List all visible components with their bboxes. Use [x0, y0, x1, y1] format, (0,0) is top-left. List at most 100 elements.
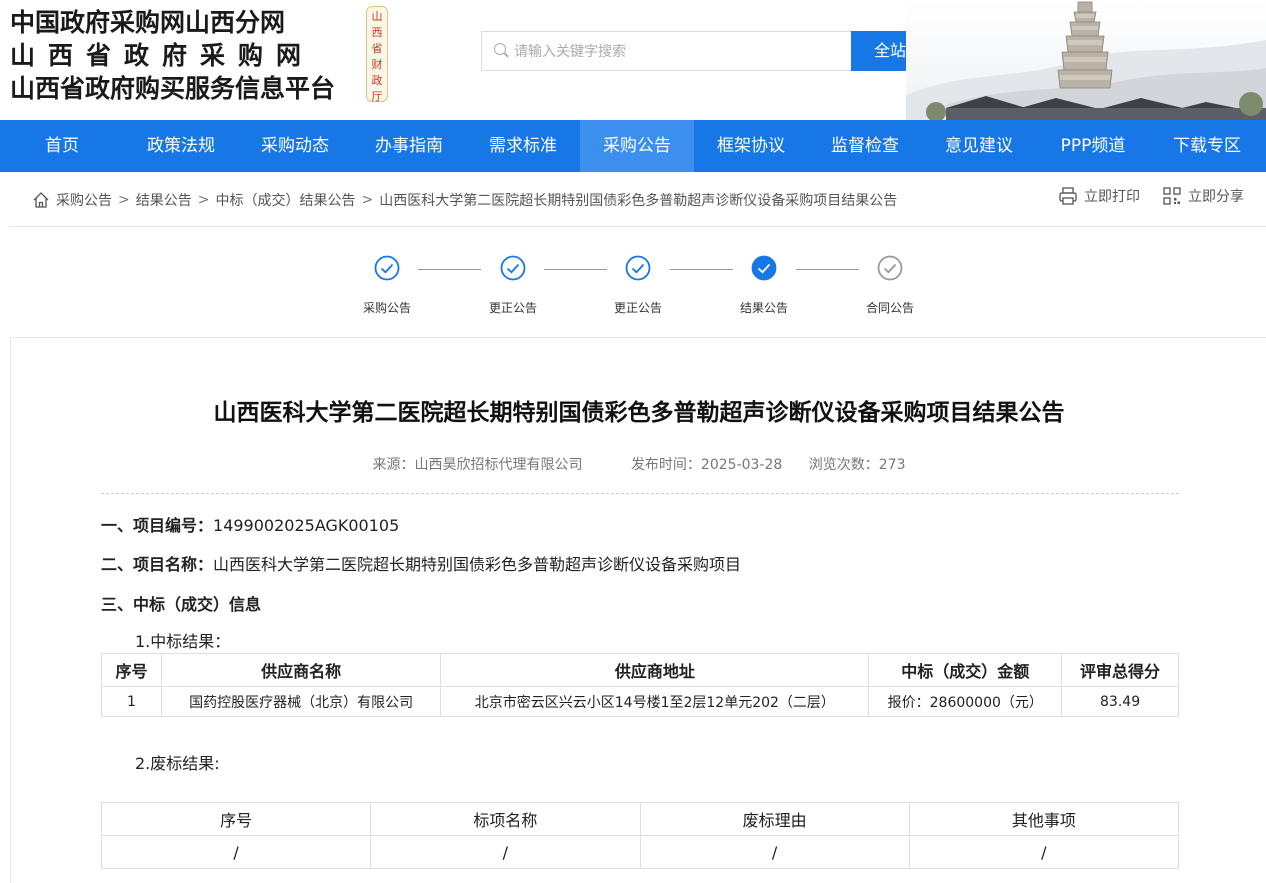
table-header-cell: 标项名称 [370, 802, 641, 836]
table-cell: 报价：28600000（元） [868, 686, 1063, 717]
article-meta: 来源：山西昊欣招标代理有限公司 发布时间：2025-03-28 浏览次数：273 [11, 454, 1266, 474]
breadcrumb-item[interactable]: 结果公告 [136, 190, 192, 210]
project-name-label: 二、项目名称： [101, 555, 214, 574]
project-name: 二、项目名称：山西医科大学第二医院超长期特别国债彩色多普勒超声诊断仪设备采购项目 [101, 551, 741, 575]
progress-step-2[interactable]: 更正公告 [468, 255, 558, 316]
article-publish-time: 发布时间：2025-03-28 [630, 457, 783, 473]
page-title: 山西医科大学第二医院超长期特别国债彩色多普勒超声诊断仪设备采购项目结果公告 [213, 400, 1065, 426]
project-name-value: 山西医科大学第二医院超长期特别国债彩色多普勒超声诊断仪设备采购项目 [213, 555, 742, 574]
table-cell: / [908, 835, 1180, 869]
nav-item-announcements[interactable]: 采购公告 [580, 120, 694, 172]
win-result-table: 序号 供应商名称 供应商地址 中标（成交）金额 评审总得分 1 国药控股医疗器械… [101, 653, 1179, 717]
progress-step-4-current[interactable]: 结果公告 [719, 255, 809, 316]
breadcrumb-separator: > [361, 192, 374, 208]
table-header-cell: 供应商地址 [440, 653, 870, 687]
nav-item-standards[interactable]: 需求标准 [466, 120, 580, 172]
seal-char: 省 [371, 42, 383, 55]
announcement-article: 山西医科大学第二医院超长期特别国债彩色多普勒超声诊断仪设备采购项目结果公告 来源… [10, 337, 1266, 883]
table-cell: / [100, 835, 372, 869]
table-header-cell: 序号 [101, 653, 162, 687]
table-cell: 1 [101, 686, 162, 717]
breadcrumb: 采购公告 > 结果公告 > 中标（成交）结果公告 > 山西医科大学第二医院超长期… [32, 190, 897, 210]
logo-line-3: 山西省政府购买服务信息平台 [10, 74, 336, 103]
seal-char: 政 [371, 74, 383, 87]
check-circle-icon [877, 255, 903, 281]
table-header-cell: 供应商名称 [160, 653, 442, 687]
nav-item-feedback[interactable]: 意见建议 [922, 120, 1036, 172]
table-row: 1 国药控股医疗器械（北京）有限公司 北京市密云区兴云小区14号楼1至2层12单… [101, 686, 1179, 717]
site-search: 全站搜索 [481, 31, 961, 71]
breadcrumb-separator: > [118, 192, 130, 208]
table-row: / / / / [100, 835, 1180, 869]
fail-result-heading: 2.废标结果: [135, 754, 220, 773]
table-cell: / [370, 835, 641, 869]
nav-item-ppp[interactable]: PPP频道 [1036, 120, 1150, 172]
article-views: 浏览次数：273 [808, 457, 906, 473]
table-cell: / [639, 835, 910, 869]
table-header-row: 序号 供应商名称 供应商地址 中标（成交）金额 评审总得分 [101, 653, 1179, 687]
nav-item-supervision[interactable]: 监督检查 [808, 120, 922, 172]
table-header-cell: 中标（成交）金额 [868, 653, 1063, 687]
progress-step-1[interactable]: 采购公告 [342, 255, 432, 316]
award-info-label: 三、中标（成交）信息 [101, 595, 262, 614]
breadcrumb-bar: 采购公告 > 结果公告 > 中标（成交）结果公告 > 山西医科大学第二医院超长期… [10, 172, 1266, 227]
project-number: 一、项目编号：1499002025AGK00105 [101, 512, 399, 536]
search-icon [494, 43, 506, 55]
progress-step-label: 结果公告 [739, 301, 788, 315]
nav-item-guide[interactable]: 办事指南 [352, 120, 466, 172]
site-logo[interactable]: 中国政府采购网山西分网 山西省政府采购网 山西省政府购买服务信息平台 [10, 6, 335, 105]
page-tools: 立即打印 立即分享 [1036, 186, 1244, 206]
print-label: 立即打印 [1084, 189, 1140, 205]
nav-item-home[interactable]: 首页 [0, 120, 124, 172]
nav-item-news[interactable]: 采购动态 [238, 120, 352, 172]
award-info-heading: 三、中标（成交）信息 [101, 591, 261, 615]
search-input[interactable] [512, 40, 836, 64]
progress-step-label: 合同公告 [865, 301, 914, 315]
breadcrumb-item[interactable]: 中标（成交）结果公告 [215, 190, 355, 210]
check-circle-icon [374, 255, 400, 281]
project-number-label: 一、项目编号： [101, 516, 214, 535]
announcement-progress: 采购公告 更正公告 更正公告 结果公告 合同公告 [0, 255, 1266, 325]
site-header: 中国政府采购网山西分网 山西省政府采购网 山西省政府购买服务信息平台 山 西 省… [0, 0, 1266, 120]
table-header-row: 序号 标项名称 废标理由 其他事项 [100, 802, 1180, 836]
table-cell: 国药控股医疗器械（北京）有限公司 [160, 686, 442, 717]
breadcrumb-separator: > [197, 192, 210, 208]
progress-step-label: 采购公告 [362, 301, 411, 315]
check-circle-icon [500, 255, 526, 281]
share-label: 立即分享 [1188, 189, 1244, 205]
share-button[interactable]: 立即分享 [1162, 186, 1244, 206]
table-cell: 北京市密云区兴云小区14号楼1至2层12单元202（二层） [440, 686, 870, 717]
progress-step-3[interactable]: 更正公告 [593, 255, 683, 316]
logo-line-2: 山西省政府采购网 [10, 41, 315, 70]
table-header-cell: 评审总得分 [1061, 653, 1179, 687]
seal-char: 山 [371, 10, 383, 23]
table-header-cell: 其他事项 [908, 802, 1180, 836]
progress-step-label: 更正公告 [488, 301, 537, 315]
progress-step-5[interactable]: 合同公告 [845, 255, 935, 316]
nav-item-framework[interactable]: 框架协议 [694, 120, 808, 172]
logo-line-1: 中国政府采购网山西分网 [10, 8, 286, 37]
printer-icon [1059, 187, 1077, 205]
table-cell: 83.49 [1061, 686, 1179, 717]
search-box [481, 31, 851, 71]
main-nav: 首页 政策法规 采购动态 办事指南 需求标准 采购公告 框架协议 监督检查 意见… [0, 120, 1266, 172]
seal-char: 厅 [371, 90, 383, 103]
check-circle-filled-icon [751, 255, 777, 281]
win-result-heading: 1.中标结果： [135, 632, 231, 651]
progress-step-label: 更正公告 [613, 301, 662, 315]
breadcrumb-item[interactable]: 采购公告 [56, 190, 112, 210]
seal-char: 财 [371, 58, 383, 71]
pagoda-scenery-image [906, 0, 1266, 120]
qr-code-icon [1163, 187, 1181, 205]
table-header-cell: 序号 [100, 802, 372, 836]
meta-divider [101, 493, 1179, 494]
article-source: 来源：山西昊欣招标代理有限公司 [372, 457, 583, 473]
print-button[interactable]: 立即打印 [1058, 186, 1140, 206]
finance-department-seal: 山 西 省 财 政 厅 [366, 6, 388, 103]
nav-item-downloads[interactable]: 下载专区 [1150, 120, 1264, 172]
check-circle-icon [625, 255, 651, 281]
home-icon[interactable] [32, 191, 50, 209]
fail-result-table: 序号 标项名称 废标理由 其他事项 / / / / [100, 802, 1180, 869]
nav-item-policy[interactable]: 政策法规 [124, 120, 238, 172]
table-header-cell: 废标理由 [639, 802, 910, 836]
